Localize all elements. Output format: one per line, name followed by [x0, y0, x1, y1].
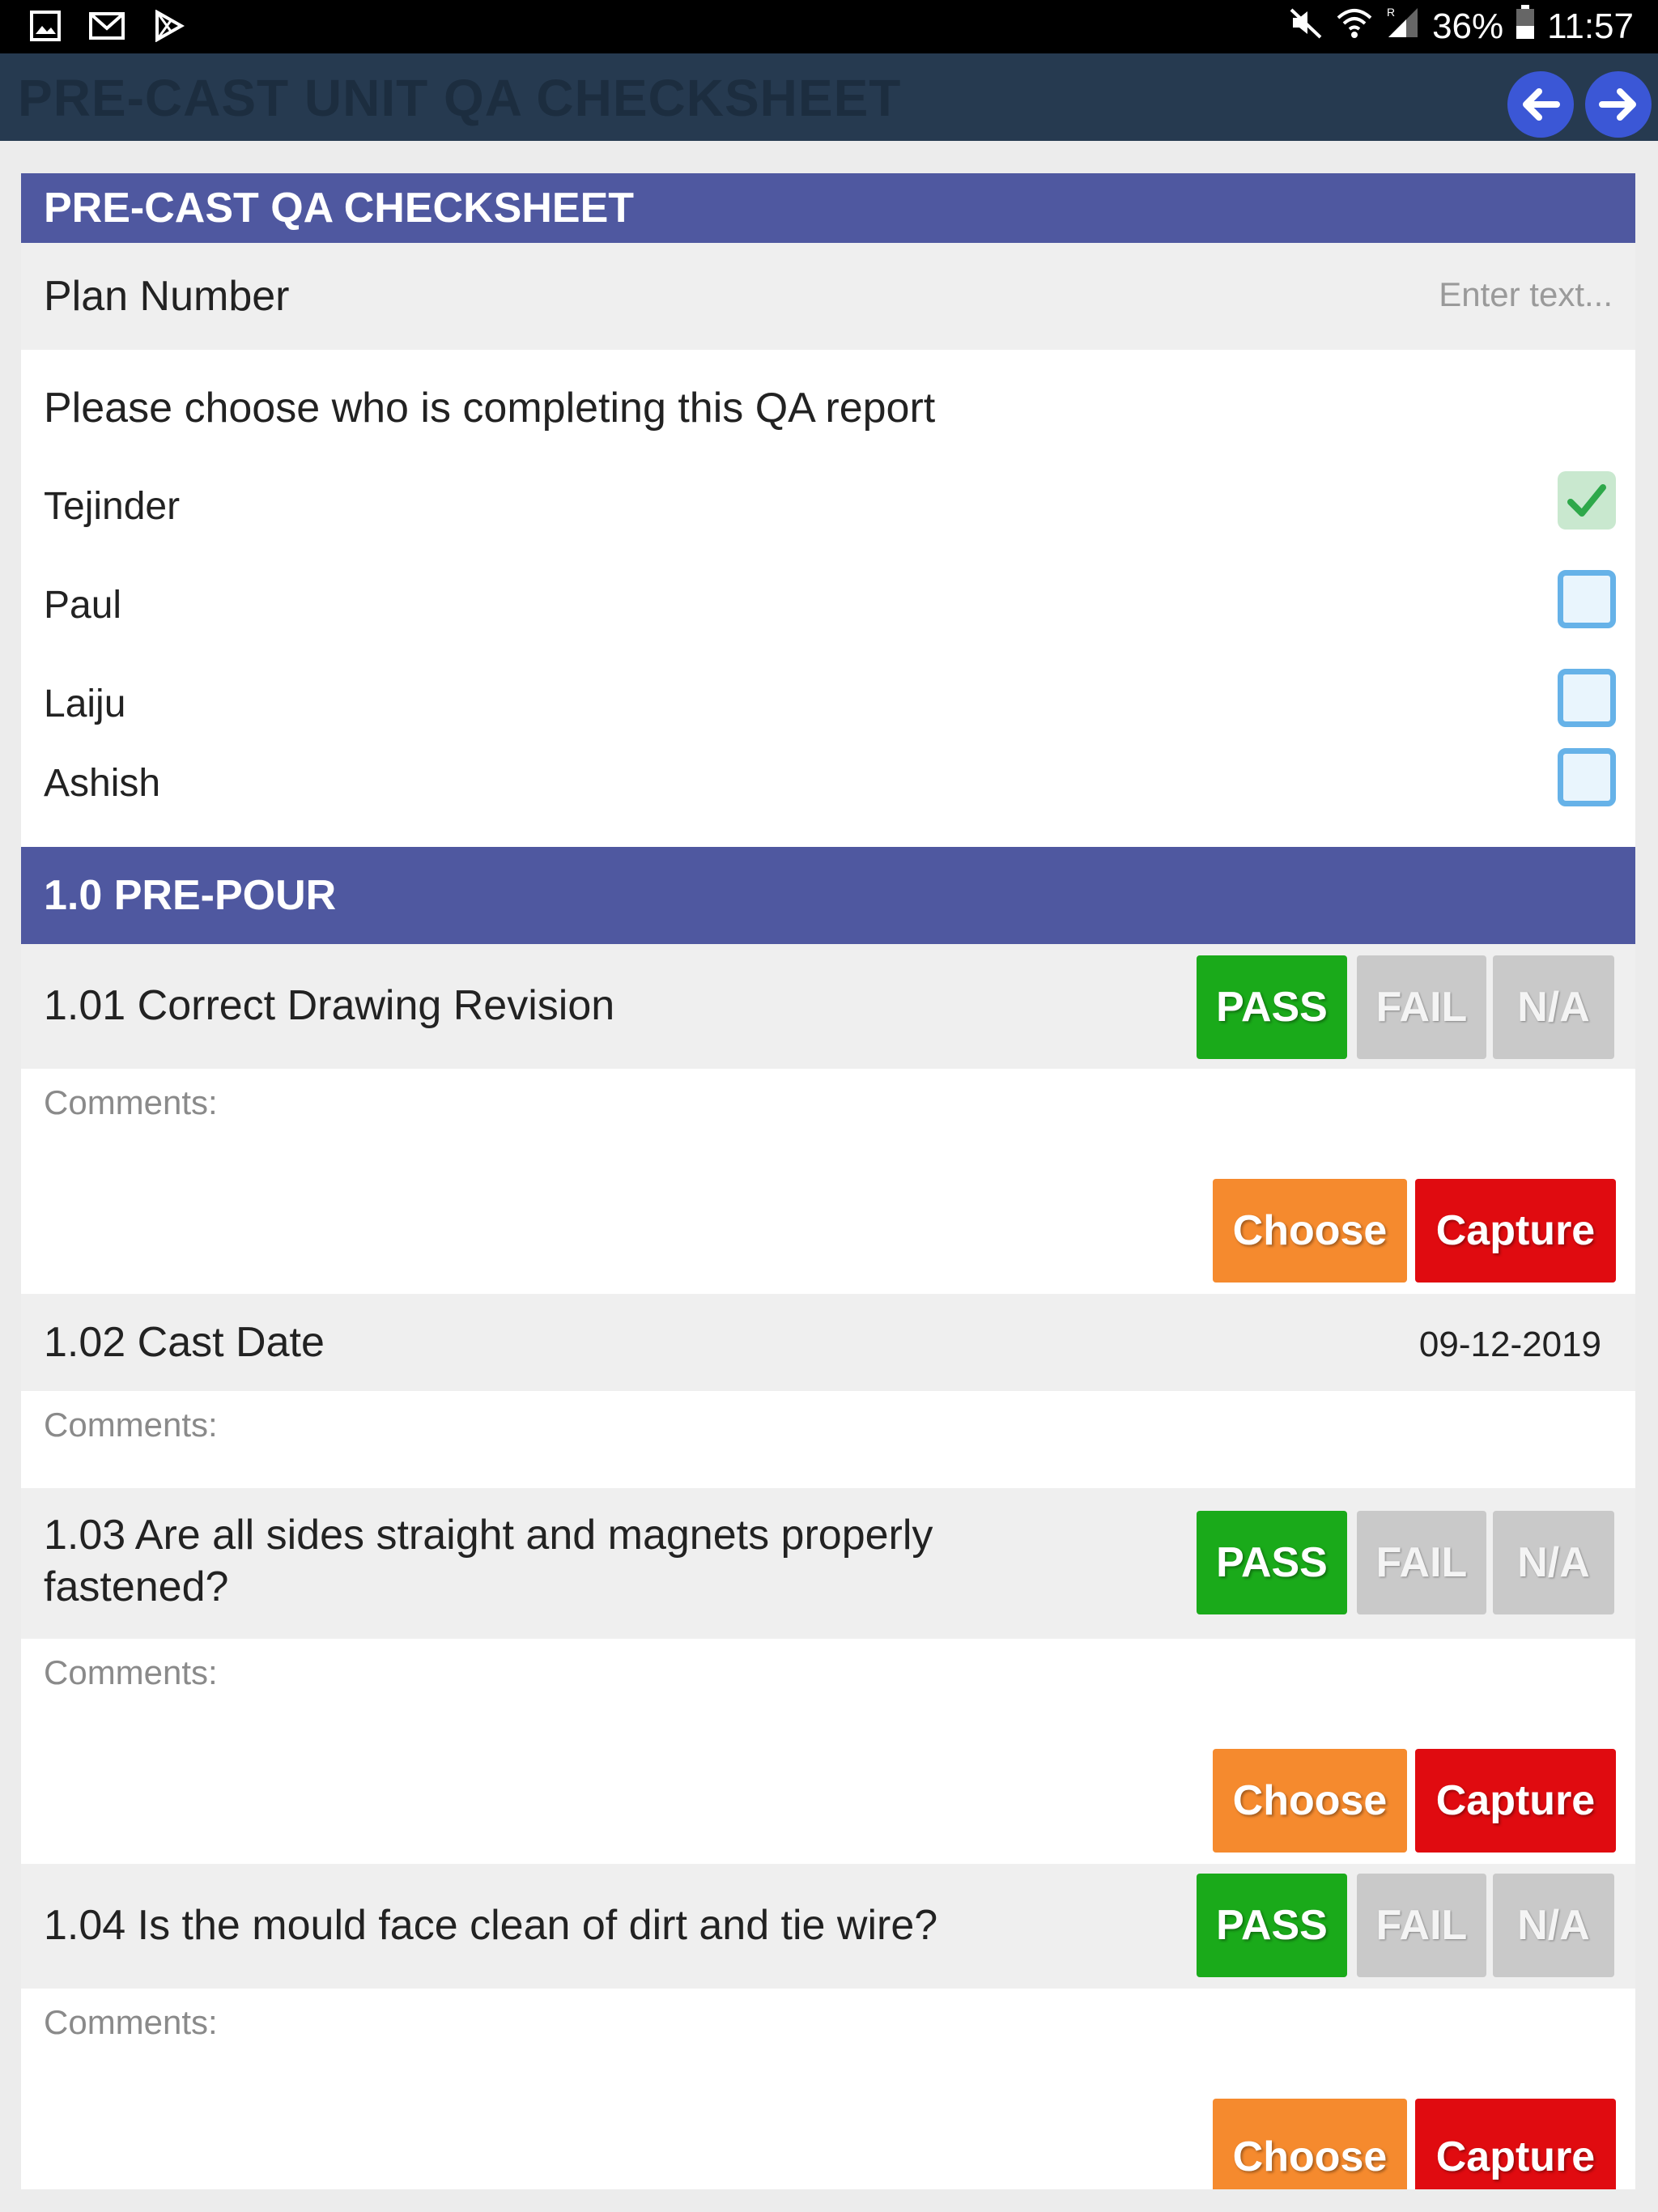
completer-question: Please choose who is completing this QA … — [44, 385, 936, 432]
comments-label: Comments: — [44, 2003, 218, 2041]
battery-icon — [1515, 4, 1536, 49]
comments-1-01[interactable]: Comments: Choose Capture — [21, 1069, 1635, 1294]
option-label-ashish: Ashish — [44, 762, 161, 805]
svg-text:R: R — [1387, 6, 1395, 19]
play-store-icon — [152, 9, 185, 46]
status-bar: R 36% 11:57 — [0, 0, 1658, 53]
option-label-paul: Paul — [44, 584, 122, 627]
plan-number-label: Plan Number — [44, 273, 290, 320]
comments-1-03[interactable]: Comments: Choose Capture — [21, 1639, 1635, 1864]
pass-button[interactable]: PASS — [1197, 1874, 1347, 1977]
item-1-01: 1.01 Correct Drawing Revision PASS FAIL … — [21, 944, 1635, 1069]
gallery-icon — [29, 10, 62, 46]
battery-percent: 36% — [1432, 6, 1504, 46]
choose-photo-button[interactable]: Choose — [1213, 1179, 1407, 1283]
checkbox-ashish[interactable] — [1558, 748, 1616, 806]
checkbox-tejinder[interactable] — [1558, 471, 1616, 530]
choose-photo-button[interactable]: Choose — [1213, 2099, 1407, 2189]
plan-number-input[interactable]: Enter text... — [1439, 275, 1613, 314]
checkbox-laiju[interactable] — [1558, 669, 1616, 727]
na-button[interactable]: N/A — [1493, 1511, 1614, 1614]
checkbox-paul[interactable] — [1558, 570, 1616, 628]
comments-label: Comments: — [44, 1083, 218, 1121]
capture-photo-button[interactable]: Capture — [1415, 1179, 1616, 1283]
item-label: 1.04 Is the mould face clean of dirt and… — [44, 1902, 938, 1949]
checkmark-icon — [1567, 484, 1606, 517]
pass-button[interactable]: PASS — [1197, 955, 1347, 1059]
capture-photo-button[interactable]: Capture — [1415, 1749, 1616, 1853]
app-title: PRE-CAST UNIT QA CHECKSHEET — [18, 69, 902, 127]
gmail-icon — [89, 11, 125, 45]
fail-button[interactable]: FAIL — [1357, 955, 1486, 1059]
cast-date-value[interactable]: 09-12-2019 — [1419, 1325, 1601, 1365]
back-button[interactable] — [1507, 71, 1574, 138]
wifi-icon — [1335, 5, 1374, 49]
comments-label: Comments: — [44, 1653, 218, 1691]
form-header: PRE-CAST QA CHECKSHEET — [21, 173, 1635, 243]
comments-1-02[interactable]: Comments: — [21, 1391, 1635, 1488]
item-label: 1.02 Cast Date — [44, 1319, 325, 1366]
arrow-right-icon — [1599, 88, 1636, 121]
section-header-pre-pour: 1.0 PRE-POUR — [21, 847, 1635, 944]
fail-button[interactable]: FAIL — [1357, 1874, 1486, 1977]
arrow-left-icon — [1523, 88, 1560, 121]
capture-photo-button[interactable]: Capture — [1415, 2099, 1616, 2189]
item-label: 1.01 Correct Drawing Revision — [44, 982, 615, 1029]
option-label-tejinder: Tejinder — [44, 485, 181, 528]
comments-1-04[interactable]: Comments: Choose Capture — [21, 1989, 1635, 2189]
choose-photo-button[interactable]: Choose — [1213, 1749, 1407, 1853]
comments-label: Comments: — [44, 1406, 218, 1444]
mute-icon — [1288, 5, 1324, 49]
na-button[interactable]: N/A — [1493, 955, 1614, 1059]
item-1-03: 1.03 Are all sides straight and magnets … — [21, 1488, 1635, 1639]
clock: 11:57 — [1547, 6, 1634, 46]
pass-button[interactable]: PASS — [1197, 1511, 1347, 1614]
na-button[interactable]: N/A — [1493, 1874, 1614, 1977]
checksheet-form: PRE-CAST QA CHECKSHEET Plan Number Enter… — [21, 173, 1635, 2189]
app-bar: PRE-CAST UNIT QA CHECKSHEET — [0, 53, 1658, 141]
item-label: 1.03 Are all sides straight and magnets … — [44, 1512, 933, 1610]
completer-group: Please choose who is completing this QA … — [21, 350, 1635, 806]
option-label-laiju: Laiju — [44, 683, 126, 725]
fail-button[interactable]: FAIL — [1357, 1511, 1486, 1614]
forward-button[interactable] — [1585, 71, 1652, 138]
item-1-04: 1.04 Is the mould face clean of dirt and… — [21, 1864, 1635, 1989]
plan-number-row[interactable]: Plan Number Enter text... — [21, 243, 1635, 350]
item-1-02[interactable]: 1.02 Cast Date 09-12-2019 — [21, 1294, 1635, 1391]
signal-icon: R — [1385, 5, 1421, 49]
